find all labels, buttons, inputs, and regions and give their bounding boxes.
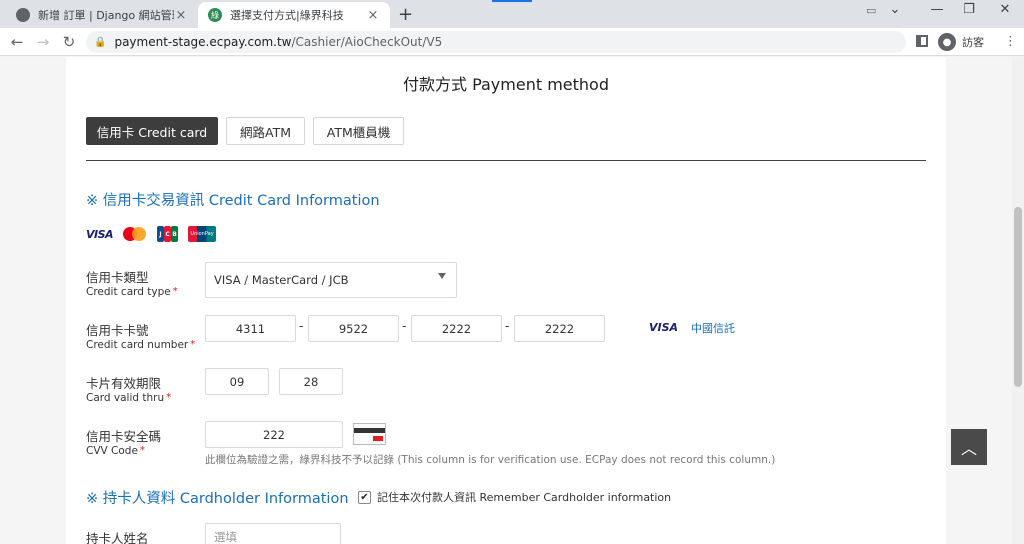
tab-strip: 新增 訂單 | Django 網站管理 × 綠 選擇支付方式|綠界科技 × + …: [0, 0, 1024, 28]
card-number-separator: -: [299, 319, 304, 333]
globe-icon: [16, 8, 30, 22]
required-mark: *: [139, 445, 145, 456]
tab-title: 選擇支付方式|綠界科技: [230, 9, 344, 22]
card-number-separator: -: [505, 319, 510, 333]
valid-thru-label-en: Card valid thru *: [86, 392, 172, 404]
browser-tab-ecpay[interactable]: 綠 選擇支付方式|綠界科技 ×: [198, 2, 390, 28]
url-path: /Cashier/AioCheckOut/V5: [291, 35, 443, 49]
profile-button[interactable]: ● 訪客: [938, 31, 984, 53]
scrollbar-thumb[interactable]: [1014, 207, 1022, 387]
cvv-label: 信用卡安全碼: [86, 429, 162, 444]
holder-name-input[interactable]: 選填: [205, 523, 341, 544]
tab-search-icon[interactable]: ▭: [866, 4, 876, 17]
page-viewport: 付款方式 Payment method 信用卡 Credit card 網路AT…: [0, 57, 1012, 544]
expiry-year-input[interactable]: 28: [279, 368, 343, 395]
card-type-select[interactable]: VISA / MasterCard / JCB: [205, 262, 457, 298]
forward-arrow-icon[interactable]: →: [34, 33, 52, 51]
cvv-note: 此欄位為驗證之需，綠界科技不予以記錄 (This column is for v…: [205, 454, 776, 466]
close-tab-icon[interactable]: ×: [174, 8, 188, 23]
tab-atm[interactable]: ATM櫃員機: [313, 117, 404, 145]
payment-card: 付款方式 Payment method 信用卡 Credit card 網路AT…: [66, 57, 946, 544]
card-brands: VISA JCB UnionPay: [86, 226, 217, 242]
more-menu-icon[interactable]: ⋮: [1004, 34, 1017, 49]
card-number-label-en: Credit card number *: [86, 339, 196, 351]
card-type-label: 信用卡類型: [86, 270, 149, 285]
card-type-label-en: Credit card type *: [86, 286, 178, 298]
back-to-top-button[interactable]: ︿: [951, 429, 987, 465]
cvv-label-en: CVV Code *: [86, 445, 145, 457]
card-number-part-3[interactable]: 2222: [411, 315, 502, 342]
checkmark-icon[interactable]: ✔: [358, 490, 371, 504]
side-panel-icon[interactable]: [916, 35, 928, 47]
profile-label: 訪客: [962, 36, 984, 49]
tab-title: 新增 訂單 | Django 網站管理: [38, 9, 174, 22]
issuing-bank: 中國信託: [691, 322, 735, 335]
dropdown-arrow-icon: [438, 273, 446, 279]
avatar-icon: ●: [938, 33, 956, 51]
card-number-part-4[interactable]: 2222: [514, 315, 605, 342]
new-tab-button[interactable]: +: [398, 4, 413, 25]
required-mark: *: [190, 339, 196, 350]
section-divider: [86, 160, 926, 161]
back-arrow-icon[interactable]: ←: [8, 33, 26, 51]
maximize-button[interactable]: ❐: [954, 2, 984, 17]
tab-strip-indicator: [492, 0, 532, 2]
remember-cardholder-checkbox[interactable]: ✔ 記住本次付款人資訊 Remember Cardholder informat…: [358, 489, 671, 505]
expiry-month-input[interactable]: 09: [205, 368, 269, 395]
browser-toolbar: ← → ↻ 🔒 payment-stage.ecpay.com.tw/Cashi…: [0, 28, 1024, 56]
detected-brand-logo-icon: VISA: [649, 321, 679, 334]
card-number-part-1[interactable]: 4311: [205, 315, 296, 342]
url-host: payment-stage.ecpay.com.tw: [114, 35, 292, 49]
lock-icon: 🔒: [94, 36, 107, 48]
valid-thru-label: 卡片有效期限: [86, 376, 162, 391]
tab-search-dropdown-icon[interactable]: ⌄: [880, 2, 910, 17]
cardholder-section-title: ※ 持卡人資料 Cardholder Information: [86, 491, 349, 507]
card-number-label: 信用卡卡號: [86, 323, 149, 338]
close-window-button[interactable]: ✕: [990, 2, 1020, 17]
page-title: 付款方式 Payment method: [402, 75, 609, 94]
required-mark: *: [166, 392, 172, 403]
tab-credit-card[interactable]: 信用卡 Credit card: [86, 117, 218, 145]
jcb-logo-icon: JCB: [157, 226, 179, 242]
unionpay-logo-icon: UnionPay: [188, 226, 217, 242]
cvv-card-back-icon: [353, 423, 386, 445]
visa-logo-icon: VISA: [86, 227, 114, 241]
cvv-input[interactable]: 222: [205, 421, 343, 448]
ecpay-favicon-icon: 綠: [208, 8, 222, 22]
mastercard-logo-icon: [123, 227, 147, 241]
card-number-part-2[interactable]: 9522: [308, 315, 399, 342]
page-scrollbar[interactable]: [1012, 57, 1024, 544]
holder-name-label: 持卡人姓名: [86, 531, 149, 544]
minimize-button[interactable]: —: [922, 2, 952, 17]
remember-cardholder-label: 記住本次付款人資訊 Remember Cardholder informatio…: [377, 491, 672, 504]
card-type-value: VISA / MasterCard / JCB: [214, 273, 349, 287]
browser-tab-django[interactable]: 新增 訂單 | Django 網站管理 ×: [6, 2, 198, 28]
address-bar[interactable]: 🔒 payment-stage.ecpay.com.tw/Cashier/Aio…: [86, 31, 906, 53]
close-tab-icon[interactable]: ×: [366, 8, 380, 23]
required-mark: *: [172, 286, 178, 297]
reload-icon[interactable]: ↻: [60, 33, 78, 51]
card-number-separator: -: [402, 319, 407, 333]
tab-web-atm[interactable]: 網路ATM: [226, 117, 305, 145]
credit-section-title: ※ 信用卡交易資訊 Credit Card Information: [86, 193, 380, 209]
